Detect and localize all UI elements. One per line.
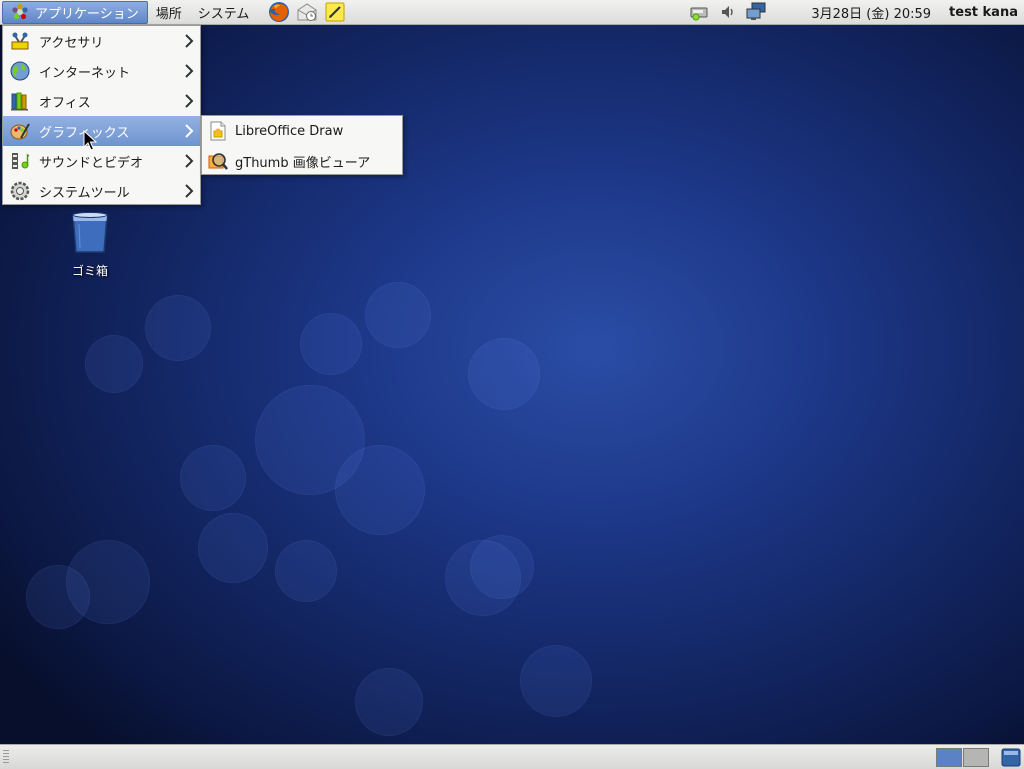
mail-icon: [297, 3, 317, 21]
bokeh-decoration: [180, 445, 246, 511]
display-tray-button[interactable]: [745, 2, 767, 22]
menu-item-label: サウンドとビデオ: [39, 155, 144, 171]
chevron-right-icon: [185, 154, 194, 168]
places-menu-button[interactable]: 場所: [148, 0, 190, 25]
internet-icon: [10, 61, 30, 81]
mail-launcher[interactable]: [293, 0, 321, 25]
libreoffice-draw-icon: [210, 121, 226, 141]
chevron-right-icon: [185, 124, 194, 138]
bokeh-decoration: [275, 540, 337, 602]
bokeh-decoration: [468, 338, 540, 410]
user-menu[interactable]: test kana: [949, 5, 1018, 20]
menu-item-system-tools[interactable]: システムツール: [3, 176, 200, 206]
trash-icon: [72, 212, 108, 253]
volume-icon: [722, 6, 734, 18]
applications-menu-label: アプリケーション: [35, 6, 139, 22]
volume-tray-button[interactable]: [717, 2, 739, 22]
sound-video-icon: [12, 153, 30, 169]
system-menu-label: システム: [197, 6, 250, 22]
menu-item-label: システムツール: [39, 185, 130, 201]
network-icon: [690, 7, 708, 21]
bokeh-decoration: [300, 313, 362, 375]
bokeh-decoration: [26, 565, 90, 629]
menu-item-sound-video[interactable]: サウンドとビデオ: [3, 146, 200, 176]
graphics-icon: [10, 123, 30, 140]
system-tools-icon: [10, 181, 30, 201]
chevron-right-icon: [185, 34, 194, 48]
submenu-item-gthumb[interactable]: gThumb 画像ビューア: [202, 146, 402, 176]
bokeh-decoration: [355, 668, 423, 736]
bokeh-decoration: [145, 295, 211, 361]
submenu-item-label: LibreOffice Draw: [235, 123, 344, 139]
network-tray-button[interactable]: [689, 2, 711, 22]
applications-menu: アクセサリ インターネット オフィス グラフィックス: [2, 25, 201, 205]
trash-desktop-icon[interactable]: ゴミ箱: [58, 210, 122, 279]
mouse-cursor-icon: [83, 130, 97, 151]
office-icon: [11, 92, 28, 111]
places-menu-label: 場所: [155, 6, 182, 22]
bokeh-decoration: [85, 335, 143, 393]
menu-item-office[interactable]: オフィス: [3, 86, 200, 116]
bokeh-decoration: [198, 513, 268, 583]
notes-icon: [325, 2, 345, 22]
notification-area: [689, 2, 767, 22]
display-icon: [746, 2, 766, 20]
menu-item-internet[interactable]: インターネット: [3, 56, 200, 86]
bokeh-decoration: [520, 645, 592, 717]
gnome-foot-icon: [12, 3, 28, 20]
accessories-icon: [11, 32, 29, 50]
panel-grip-handle[interactable]: [3, 750, 9, 765]
bokeh-decoration: [335, 445, 425, 535]
gthumb-icon: [208, 153, 228, 170]
firefox-icon: [269, 2, 290, 22]
menu-item-label: インターネット: [39, 65, 131, 81]
show-desktop-icon[interactable]: [1000, 747, 1022, 768]
menu-item-graphics[interactable]: グラフィックス: [3, 116, 200, 146]
chevron-right-icon: [185, 64, 194, 78]
bokeh-decoration: [365, 282, 431, 348]
menu-item-label: アクセサリ: [39, 35, 104, 51]
trash-label: ゴミ箱: [71, 264, 108, 278]
chevron-right-icon: [185, 94, 194, 108]
bokeh-decoration: [470, 535, 534, 599]
submenu-item-label: gThumb 画像ビューア: [235, 155, 371, 171]
menu-item-label: オフィス: [39, 95, 91, 111]
firefox-launcher[interactable]: [265, 0, 293, 25]
submenu-item-libreoffice-draw[interactable]: LibreOffice Draw: [202, 116, 402, 146]
chevron-right-icon: [185, 184, 194, 198]
notes-launcher[interactable]: [321, 0, 349, 25]
bottom-panel: [0, 744, 1024, 769]
workspace-1-button[interactable]: [936, 748, 962, 767]
workspace-2-button[interactable]: [963, 748, 989, 767]
applications-menu-button[interactable]: アプリケーション: [2, 0, 148, 24]
clock[interactable]: 3月28日 (金) 20:59: [811, 3, 931, 22]
menu-item-accessories[interactable]: アクセサリ: [3, 26, 200, 56]
top-panel: アプリケーション 場所 システム 3月28日 (金) 20:59 test ka…: [0, 0, 1024, 25]
graphics-submenu: LibreOffice Draw gThumb 画像ビューア: [201, 115, 403, 175]
system-menu-button[interactable]: システム: [190, 0, 258, 25]
